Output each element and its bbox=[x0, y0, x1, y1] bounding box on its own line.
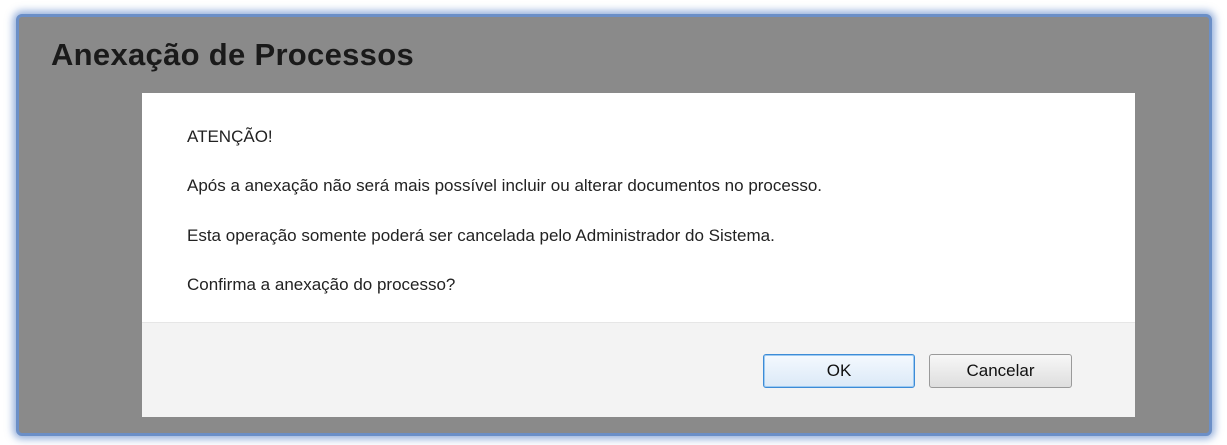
dialog-heading: ATENÇÃO! bbox=[187, 127, 273, 146]
dialog-body: ATENÇÃO! Após a anexação não será mais p… bbox=[142, 93, 1135, 322]
cancel-button[interactable]: Cancelar bbox=[929, 354, 1072, 388]
confirmation-dialog: ATENÇÃO! Após a anexação não será mais p… bbox=[142, 93, 1135, 417]
page-title: Anexação de Processos bbox=[51, 37, 414, 72]
dialog-footer: OK Cancelar bbox=[142, 322, 1135, 417]
app-window: Anexação de Processos ATENÇÃO! Após a an… bbox=[16, 14, 1212, 436]
dialog-message-line-2: Esta operação somente poderá ser cancela… bbox=[187, 226, 775, 245]
ok-button[interactable]: OK bbox=[763, 354, 915, 388]
dialog-question: Confirma a anexação do processo? bbox=[187, 275, 456, 294]
dialog-message-line-1: Após a anexação não será mais possível i… bbox=[187, 176, 823, 195]
